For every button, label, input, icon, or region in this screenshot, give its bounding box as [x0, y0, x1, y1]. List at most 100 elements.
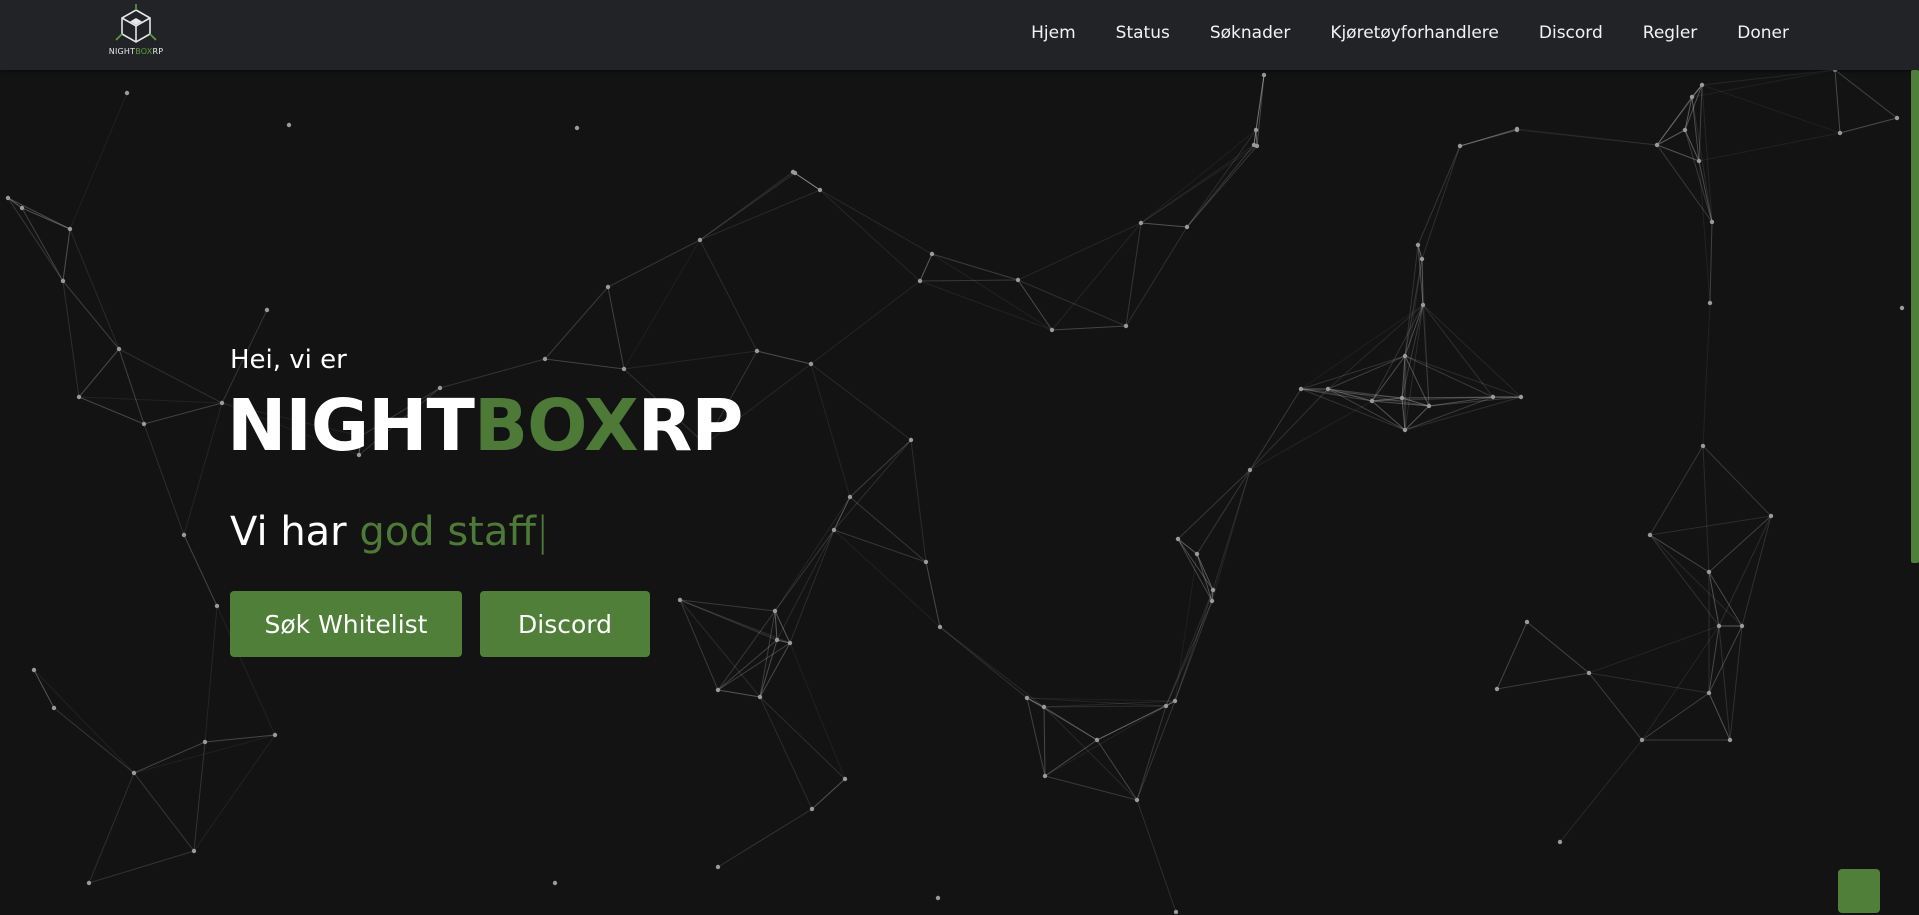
network-node: [1699, 82, 1705, 88]
network-link: [1741, 515, 1772, 627]
network-link: [1174, 600, 1213, 702]
nav-item-discord[interactable]: Discord: [1539, 23, 1603, 43]
network-link: [1422, 304, 1522, 398]
network-link: [1371, 304, 1424, 402]
nav-item-regler[interactable]: Regler: [1643, 23, 1697, 43]
network-node: [1586, 670, 1592, 676]
scrollbar-thumb[interactable]: [1911, 70, 1919, 563]
network-link: [88, 850, 195, 884]
network-link: [1559, 739, 1643, 843]
network-link: [1249, 400, 1373, 471]
network-link: [1649, 534, 1743, 627]
network-node: [1420, 302, 1426, 308]
network-node: [1209, 598, 1215, 604]
network-link: [939, 626, 1028, 699]
network-link: [1026, 697, 1046, 777]
network-node: [31, 667, 37, 673]
network-link: [717, 642, 791, 691]
logo-text-night: NIGHT: [108, 47, 136, 56]
network-link: [1249, 388, 1302, 471]
network-node: [790, 169, 796, 175]
network-node: [124, 90, 130, 96]
network-link: [1404, 355, 1494, 398]
network-link: [21, 207, 64, 282]
network-link: [1839, 117, 1898, 134]
network-link: [1708, 692, 1731, 741]
network-link: [1196, 553, 1214, 591]
network-link: [33, 669, 55, 709]
network-node: [116, 346, 122, 352]
network-link: [1043, 706, 1046, 777]
network-link: [717, 689, 761, 698]
network-link: [810, 363, 851, 498]
scroll-to-top-button[interactable]: [1838, 869, 1880, 913]
network-link: [1165, 600, 1213, 707]
network-node: [1524, 619, 1530, 625]
network-link: [1526, 621, 1590, 674]
tagline-typed-text: god staff: [359, 509, 536, 555]
network-link: [544, 286, 609, 360]
network-link: [21, 207, 71, 230]
network-node: [1727, 737, 1733, 743]
network-node: [202, 739, 208, 745]
nav-item-soknader[interactable]: Søknader: [1210, 23, 1290, 43]
network-node: [1899, 305, 1905, 311]
network-link: [1459, 128, 1518, 147]
network-link: [607, 286, 625, 370]
network-link: [1684, 84, 1703, 131]
network-link: [1718, 625, 1731, 741]
nav-item-hjem[interactable]: Hjem: [1031, 23, 1076, 43]
network-node: [1325, 386, 1331, 392]
network-link: [1140, 129, 1257, 224]
network-link: [1186, 129, 1257, 228]
network-node: [1415, 242, 1421, 248]
network-node: [1768, 513, 1774, 519]
network-node: [76, 394, 82, 400]
cube-icon: [115, 4, 157, 43]
discord-button[interactable]: Discord: [480, 591, 650, 657]
network-node: [1706, 569, 1712, 575]
network-link: [819, 189, 921, 282]
network-link: [33, 669, 135, 774]
network-link: [133, 741, 206, 774]
network-node: [1709, 219, 1715, 225]
network-link: [69, 92, 128, 230]
network-node: [574, 125, 580, 131]
network-link: [1709, 221, 1713, 304]
network-link: [1698, 132, 1841, 162]
network-node: [214, 603, 220, 609]
network-node: [1682, 127, 1688, 133]
network-link: [1496, 672, 1590, 690]
apply-whitelist-button[interactable]: Søk Whitelist: [230, 591, 462, 657]
network-link: [1177, 538, 1213, 602]
network-node: [1251, 142, 1257, 148]
network-node: [1163, 703, 1169, 709]
network-link: [1834, 69, 1898, 119]
hero-buttons: Søk Whitelist Discord: [230, 591, 650, 657]
hero-title-night: NIGHT: [227, 384, 475, 467]
network-link: [789, 642, 846, 780]
network-node: [1172, 698, 1178, 704]
network-link: [204, 734, 276, 743]
site-logo[interactable]: NIGHTBOXRP: [100, 4, 172, 60]
nav-item-doner[interactable]: Doner: [1737, 23, 1789, 43]
network-node: [1298, 386, 1304, 392]
network-link: [811, 778, 846, 810]
network-link: [717, 610, 776, 691]
network-node: [1707, 300, 1713, 306]
network-link: [1421, 258, 1430, 407]
network-link: [1729, 625, 1743, 741]
network-link: [78, 396, 145, 425]
network-link: [78, 396, 223, 404]
network-link: [183, 534, 218, 607]
network-link: [1404, 396, 1522, 431]
logo-text-rp: RP: [152, 47, 164, 56]
nav-item-status[interactable]: Status: [1116, 23, 1170, 43]
network-link: [1649, 445, 1704, 536]
network-link: [717, 808, 813, 868]
network-link: [1044, 739, 1098, 777]
nav-item-kjoretoyforhandlere[interactable]: Kjøretøyforhandlere: [1330, 23, 1499, 43]
network-link: [833, 529, 927, 563]
network-link: [1496, 621, 1528, 690]
network-node: [1210, 587, 1216, 593]
